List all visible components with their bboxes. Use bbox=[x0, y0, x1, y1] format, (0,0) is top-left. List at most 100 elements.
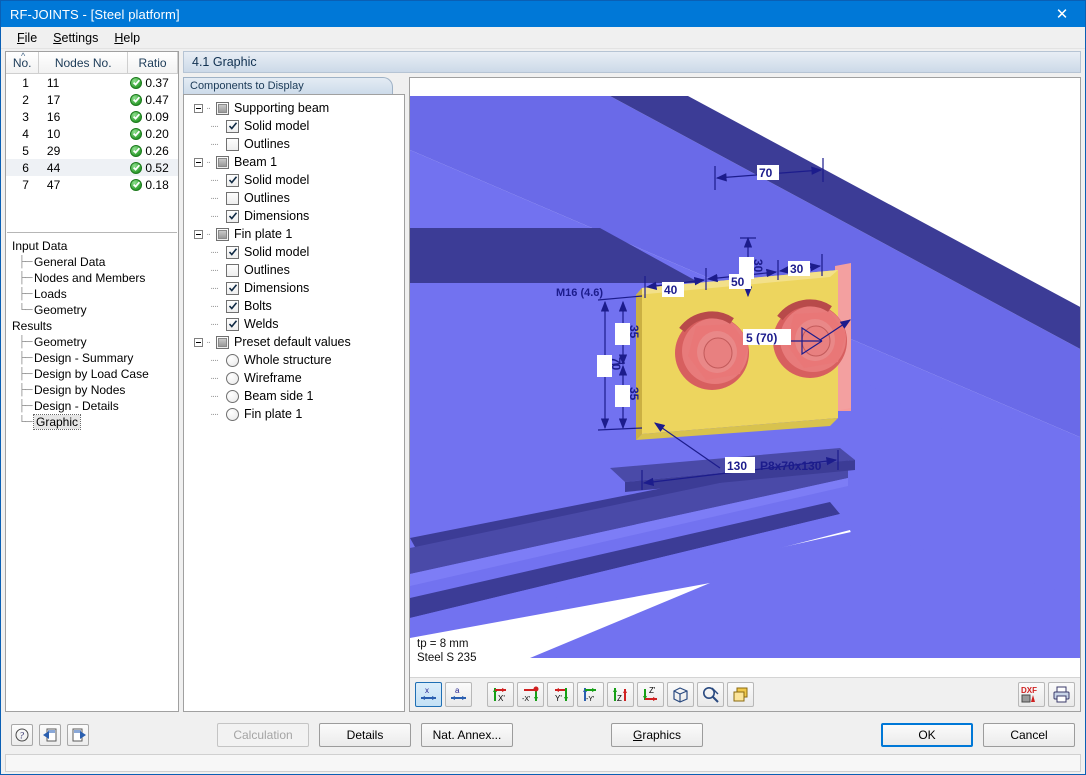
view-neg-y-prime-button[interactable]: -Y' bbox=[577, 682, 604, 707]
table-row[interactable]: 4 10 0.20 bbox=[6, 125, 178, 142]
bottom-bar-inner: ? Calculation Details Nat. Annex... G ra… bbox=[1, 716, 1085, 754]
close-icon[interactable]: ✕ bbox=[1039, 1, 1085, 27]
collapse-minus-icon[interactable] bbox=[194, 103, 203, 113]
checkbox[interactable] bbox=[226, 245, 239, 259]
tree-group-supporting-beam[interactable]: ·· Supporting beam bbox=[184, 99, 404, 117]
tree-option-outlines[interactable]: ···· Outlines bbox=[184, 189, 404, 207]
dxf-export-button[interactable]: DXF bbox=[1018, 682, 1045, 707]
cancel-button[interactable]: Cancel bbox=[983, 723, 1075, 747]
checkbox[interactable] bbox=[226, 191, 239, 205]
graphics-button[interactable]: Graphics bbox=[611, 723, 703, 747]
tree-option-bolts[interactable]: ···· Bolts bbox=[184, 297, 404, 315]
print-button[interactable] bbox=[1048, 682, 1075, 707]
tree-option-solid-model[interactable]: ···· Solid model bbox=[184, 171, 404, 189]
view-a-axis-button[interactable]: a bbox=[445, 682, 472, 707]
zoom-reset-button[interactable] bbox=[697, 682, 724, 707]
radio-button[interactable] bbox=[226, 389, 239, 403]
checkbox[interactable] bbox=[216, 227, 229, 241]
nav-item-design-by-nodes[interactable]: ├─ Design by Nodes bbox=[12, 382, 178, 398]
tree-option-beam-side-1[interactable]: ···· Beam side 1 bbox=[184, 387, 404, 405]
cell-node-number: 17 bbox=[46, 92, 61, 107]
tree-connector-icon: ·· bbox=[206, 102, 211, 114]
tree-option-solid-model[interactable]: ···· Solid model bbox=[184, 243, 404, 261]
nav-item-nodes-and-members[interactable]: ├─ Nodes and Members bbox=[12, 270, 178, 286]
checkbox[interactable] bbox=[216, 335, 229, 349]
tree-option-dimensions[interactable]: ···· Dimensions bbox=[184, 207, 404, 225]
nav-item-general-data[interactable]: ├─ General Data bbox=[12, 254, 178, 270]
radio-button[interactable] bbox=[226, 407, 239, 421]
nav-item-geometry[interactable]: └─ Geometry bbox=[12, 302, 178, 318]
graphic-viewport[interactable]: 70 30 50 40 30 M16 (4.6) 35 35 70 5 (70)… bbox=[410, 78, 1080, 658]
table-row[interactable]: 5 29 0.26 bbox=[6, 142, 178, 159]
tree-option-fin-plate-1[interactable]: ···· Fin plate 1 bbox=[184, 405, 404, 423]
dim-50: 50 bbox=[731, 275, 745, 289]
tree-option-whole-structure[interactable]: ···· Whole structure bbox=[184, 351, 404, 369]
view-x-axis-button[interactable]: x bbox=[415, 682, 442, 707]
sort-ascending-icon[interactable]: ^ bbox=[21, 52, 25, 61]
menu-item-help[interactable]: Help bbox=[106, 29, 148, 47]
checkbox[interactable] bbox=[226, 263, 239, 277]
view-neg-x-prime-button[interactable]: -X' bbox=[517, 682, 544, 707]
view-y-prime-button[interactable]: Y' bbox=[547, 682, 574, 707]
table-row[interactable]: 6 44 0.52 bbox=[6, 159, 178, 176]
checkbox[interactable] bbox=[226, 173, 239, 187]
nav-item-loads[interactable]: ├─ Loads bbox=[12, 286, 178, 302]
view-isometric-button[interactable] bbox=[667, 682, 694, 707]
radio-button[interactable] bbox=[226, 353, 239, 367]
footnote-steel-grade: Steel S 235 bbox=[417, 652, 477, 664]
tree-option-outlines[interactable]: ···· Outlines bbox=[184, 135, 404, 153]
table-row[interactable]: 7 47 0.18 bbox=[6, 176, 178, 193]
collapse-minus-icon[interactable] bbox=[194, 229, 203, 239]
menu-item-file[interactable]: File bbox=[9, 29, 45, 47]
checkbox[interactable] bbox=[226, 209, 239, 223]
view-z-prime-button[interactable]: Z' bbox=[637, 682, 664, 707]
nat-annex-button[interactable]: Nat. Annex... bbox=[421, 723, 513, 747]
nav-group-input-data[interactable]: Input Data bbox=[12, 238, 178, 254]
nav-item-design-by-load-case[interactable]: ├─ Design by Load Case bbox=[12, 366, 178, 382]
collapse-minus-icon[interactable] bbox=[194, 337, 203, 347]
tree-group-preset-default-values[interactable]: ·· Preset default values bbox=[184, 333, 404, 351]
next-node-button[interactable] bbox=[67, 724, 89, 746]
checkbox[interactable] bbox=[226, 281, 239, 295]
details-button[interactable]: Details bbox=[319, 723, 411, 747]
calculation-button[interactable]: Calculation bbox=[217, 723, 309, 747]
radio-button[interactable] bbox=[226, 371, 239, 385]
svg-text:Z: Z bbox=[617, 694, 622, 703]
collapse-minus-icon[interactable] bbox=[194, 157, 203, 167]
checkbox[interactable] bbox=[226, 299, 239, 313]
help-button[interactable]: ? bbox=[11, 724, 33, 746]
view-z-button[interactable]: Z bbox=[607, 682, 634, 707]
menu-item-settings[interactable]: Settings bbox=[45, 29, 106, 47]
checkbox[interactable] bbox=[216, 101, 229, 115]
table-row[interactable]: 1 11 0.37 bbox=[6, 74, 178, 91]
checkbox[interactable] bbox=[216, 155, 229, 169]
nav-item-design-summary[interactable]: ├─ Design - Summary bbox=[12, 350, 178, 366]
nav-item-design-details[interactable]: ├─ Design - Details bbox=[12, 398, 178, 414]
checkbox[interactable] bbox=[226, 137, 239, 151]
ok-button[interactable]: OK bbox=[881, 723, 973, 747]
checkbox[interactable] bbox=[226, 119, 239, 133]
nav-item-geometry[interactable]: ├─ Geometry bbox=[12, 334, 178, 350]
cell-ratio: 0.37 bbox=[128, 76, 178, 90]
cell-node-number: 29 bbox=[46, 143, 61, 158]
tree-group-fin-plate-1[interactable]: ·· Fin plate 1 bbox=[184, 225, 404, 243]
render-mode-button[interactable] bbox=[727, 682, 754, 707]
z-axis-icon: Z bbox=[613, 688, 627, 703]
tree-item-label: Dimensions bbox=[244, 281, 310, 295]
table-row[interactable]: 3 16 0.09 bbox=[6, 108, 178, 125]
tree-option-dimensions[interactable]: ···· Dimensions bbox=[184, 279, 404, 297]
nav-group-results[interactable]: Results bbox=[12, 318, 178, 334]
dxf-icon: DXF bbox=[1021, 686, 1037, 703]
column-header-nodes-no[interactable]: Nodes No. bbox=[39, 52, 129, 73]
nav-item-graphic[interactable]: └─ Graphic bbox=[12, 414, 178, 430]
table-row[interactable]: 2 17 0.47 bbox=[6, 91, 178, 108]
previous-node-button[interactable] bbox=[39, 724, 61, 746]
column-header-ratio[interactable]: Ratio bbox=[128, 52, 179, 73]
tree-option-solid-model[interactable]: ···· Solid model bbox=[184, 117, 404, 135]
tree-group-beam-1[interactable]: ·· Beam 1 bbox=[184, 153, 404, 171]
checkbox[interactable] bbox=[226, 317, 239, 331]
view-x-prime-button[interactable]: X' bbox=[487, 682, 514, 707]
tree-option-welds[interactable]: ···· Welds bbox=[184, 315, 404, 333]
tree-option-wireframe[interactable]: ···· Wireframe bbox=[184, 369, 404, 387]
tree-option-outlines[interactable]: ···· Outlines bbox=[184, 261, 404, 279]
